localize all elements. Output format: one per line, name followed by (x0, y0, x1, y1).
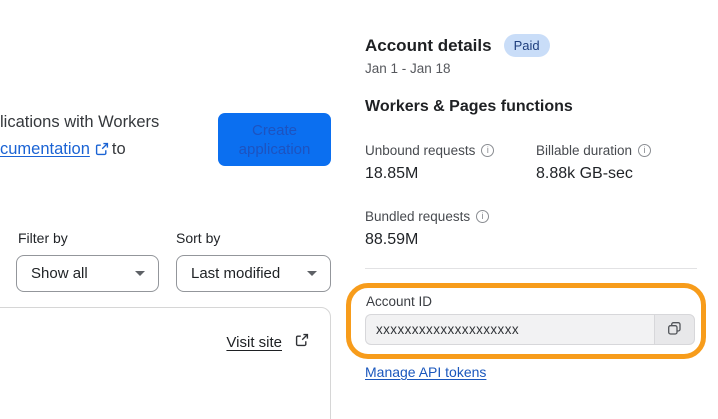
create-application-button[interactable]: Create application (218, 113, 331, 166)
section-title: Workers & Pages functions (365, 98, 573, 115)
copy-icon (667, 321, 682, 339)
project-card: Visit site (0, 307, 331, 419)
info-icon[interactable]: i (638, 144, 652, 157)
visit-site-label: Visit site (226, 333, 282, 351)
metric-billable-duration: Billable duration i 8.88k GB-sec (536, 143, 652, 183)
intro-line-2: cumentation to (0, 136, 159, 165)
external-link-icon (295, 333, 309, 351)
copy-account-id-button[interactable] (654, 314, 695, 345)
documentation-link[interactable]: cumentation (0, 140, 90, 158)
external-link-icon (95, 138, 109, 165)
intro-text: lications with Workers cumentation to (0, 109, 159, 165)
filter-dropdown[interactable]: Show all (16, 255, 159, 292)
account-id-label: Account ID (366, 294, 433, 309)
chevron-down-icon (307, 271, 317, 276)
date-range: Jan 1 - Jan 18 (365, 61, 451, 76)
metric-bundled-requests: Bundled requests i 88.59M (365, 209, 490, 249)
metric-label: Bundled requests (365, 209, 471, 224)
visit-site-link[interactable]: Visit site (226, 333, 312, 351)
chevron-down-icon (135, 271, 145, 276)
sort-by-label: Sort by (176, 230, 221, 246)
account-details-header: Account details Paid (365, 34, 550, 57)
section-divider (365, 268, 697, 269)
metric-value: 8.88k GB-sec (536, 165, 633, 182)
metric-label: Billable duration (536, 143, 633, 158)
info-icon[interactable]: i (476, 210, 490, 223)
paid-status-badge: Paid (503, 34, 550, 57)
workers-pages-dashboard: lications with Workers cumentation to Cre… (0, 0, 718, 419)
account-id-input[interactable] (365, 314, 654, 345)
intro-after-link: to (111, 140, 126, 158)
metric-value: 88.59M (365, 231, 419, 248)
filter-by-label: Filter by (18, 230, 68, 246)
sort-dropdown-value: Last modified (191, 265, 281, 282)
metric-unbound-requests: Unbound requests i 18.85M (365, 143, 495, 183)
intro-line-1: lications with Workers (0, 113, 160, 131)
info-icon[interactable]: i (481, 144, 495, 157)
sort-dropdown[interactable]: Last modified (176, 255, 331, 292)
metric-value: 18.85M (365, 165, 419, 182)
account-id-field-group (365, 314, 695, 345)
manage-api-tokens-link[interactable]: Manage API tokens (365, 364, 486, 380)
filter-dropdown-value: Show all (31, 265, 88, 282)
metric-label: Unbound requests (365, 143, 476, 158)
page-title: Account details (365, 35, 492, 55)
